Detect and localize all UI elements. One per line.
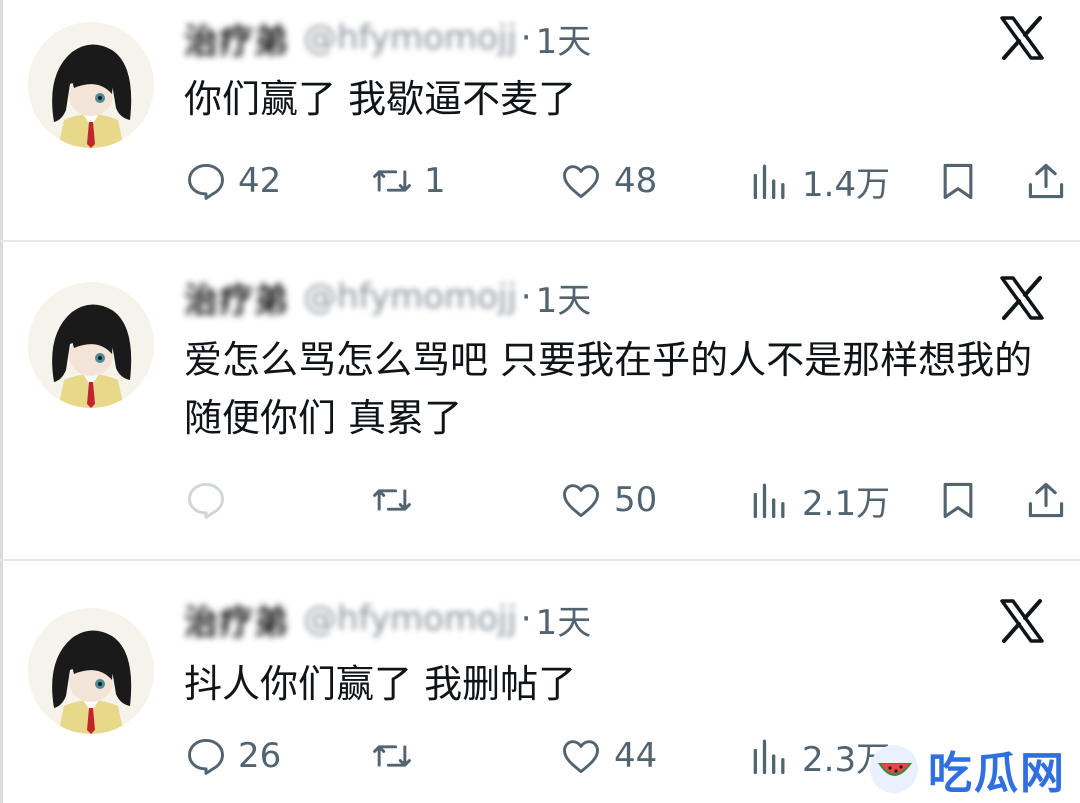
bookmark-icon (943, 482, 973, 519)
views-icon (753, 483, 785, 519)
tweet-header: 治疗弟 @hfymomojj · 1天 (184, 14, 970, 62)
separator-dot: · (520, 277, 532, 317)
user-handle[interactable]: @hfymomojj (303, 18, 517, 58)
heart-icon (563, 740, 599, 774)
watermelon-logo-icon (870, 745, 918, 793)
like-count: 44 (614, 736, 658, 776)
tweet-header: 治疗弟 @hfymomojj · 1天 (184, 273, 970, 321)
like-button[interactable]: 44 (558, 729, 657, 783)
retweet-button[interactable]: 1 (370, 154, 446, 208)
timestamp[interactable]: 1天 (536, 595, 592, 644)
heart-icon (563, 484, 599, 518)
avatar-image (28, 22, 154, 148)
like-count: 48 (614, 161, 658, 201)
x-logo-icon[interactable] (998, 274, 1046, 322)
tweet-text: 抖人你们赢了 我删帖了 (184, 662, 577, 706)
retweet-icon (373, 170, 411, 192)
views-icon (753, 164, 785, 200)
avatar[interactable] (28, 282, 154, 408)
separator-dot: · (520, 18, 532, 58)
timestamp[interactable]: 1天 (536, 14, 592, 63)
timestamp[interactable]: 1天 (536, 273, 592, 322)
reply-icon (188, 482, 224, 519)
like-count: 50 (614, 480, 658, 520)
share-button[interactable] (1024, 154, 1068, 208)
x-logo-icon[interactable] (998, 597, 1046, 645)
display-name[interactable]: 治疗弟 (184, 14, 289, 63)
bookmark-button[interactable] (936, 473, 980, 527)
tweet-item[interactable]: 治疗弟 @hfymomojj · 1天 爱怎么骂怎么骂吧 只要我在乎的人不是那样… (0, 241, 1080, 561)
share-icon (1028, 163, 1064, 199)
tweet-item[interactable]: 治疗弟 @hfymomojj · 1天 你们赢了 我歇逼不麦了 42 1 48 … (0, 0, 1080, 241)
reply-button[interactable] (184, 473, 238, 527)
like-button[interactable]: 48 (558, 154, 657, 208)
user-handle[interactable]: @hfymomojj (303, 277, 517, 317)
tweet-header: 治疗弟 @hfymomojj · 1天 (184, 595, 970, 643)
views-button[interactable]: 1.4万 (748, 154, 890, 208)
share-icon (1028, 482, 1064, 518)
tweet-feed: 治疗弟 @hfymomojj · 1天 你们赢了 我歇逼不麦了 42 1 48 … (0, 0, 1080, 803)
views-button[interactable]: 2.1万 (748, 473, 890, 527)
retweet-button[interactable] (370, 473, 424, 527)
heart-icon (563, 165, 599, 199)
reply-button[interactable]: 26 (184, 729, 281, 783)
watermark-text: 吃瓜网 (928, 748, 1066, 799)
retweet-icon (373, 745, 411, 767)
avatar[interactable] (28, 608, 154, 734)
retweet-button[interactable] (370, 729, 424, 783)
display-name[interactable]: 治疗弟 (184, 273, 289, 322)
tweet-text: 爱怎么骂怎么骂吧 只要我在乎的人不是那样想我的 随便你们 真累了 (184, 338, 1033, 440)
user-handle[interactable]: @hfymomojj (303, 599, 517, 639)
avatar[interactable] (28, 22, 154, 148)
action-bar: 42 1 48 1.4万 (184, 154, 1064, 208)
retweet-icon (373, 489, 411, 511)
bookmark-button[interactable] (936, 154, 980, 208)
reply-icon (188, 163, 224, 200)
reply-icon (188, 738, 224, 775)
site-watermark: 吃瓜网 (868, 739, 1066, 799)
avatar-image (28, 282, 154, 408)
reply-count: 26 (238, 736, 282, 776)
separator-dot: · (520, 599, 532, 639)
view-count: 2.1万 (802, 483, 891, 524)
like-button[interactable]: 50 (558, 473, 657, 527)
views-icon (753, 739, 785, 775)
bookmark-icon (943, 163, 973, 200)
view-count: 1.4万 (802, 164, 891, 205)
reply-count: 42 (238, 161, 282, 201)
reply-button[interactable]: 42 (184, 154, 281, 208)
display-name[interactable]: 治疗弟 (184, 595, 289, 644)
share-button[interactable] (1024, 473, 1068, 527)
tweet-text: 你们赢了 我歇逼不麦了 (184, 77, 577, 121)
x-logo-icon[interactable] (998, 14, 1046, 62)
avatar-image (28, 608, 154, 734)
action-bar: 50 2.1万 (184, 473, 1064, 527)
retweet-count: 1 (424, 161, 446, 201)
